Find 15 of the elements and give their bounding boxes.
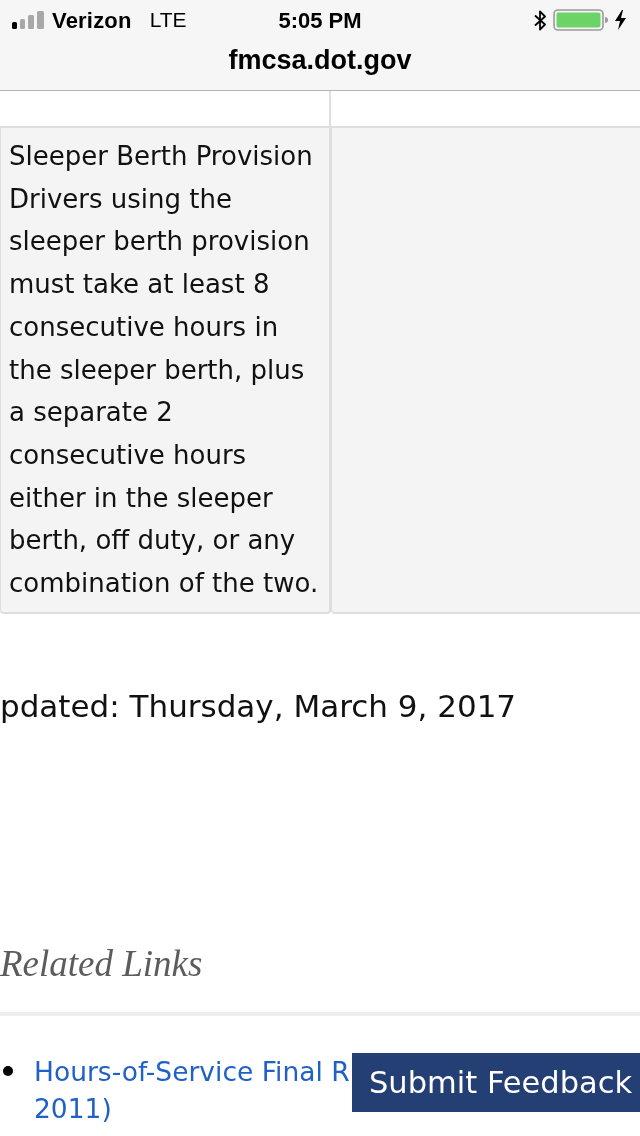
- last-updated-text: pdated: Thursday, March 9, 2017: [0, 687, 517, 724]
- related-links-heading: Related Links: [0, 941, 203, 986]
- network-type: LTE: [149, 7, 187, 34]
- battery-icon: [553, 9, 609, 31]
- signal-strength-icon: [12, 11, 44, 29]
- submit-feedback-button[interactable]: Submit Feedback: [352, 1053, 640, 1112]
- carrier-name: Verizon: [52, 6, 132, 35]
- cell-text: Drivers using the sleeper berth provision must take at least 8 consecutive hours in the sleeper berth, plus a separate 2 consecutive hours either in the sleeper berth, off duty, or any combination of the two.: [9, 182, 320, 601]
- cell-heading: Sleeper Berth Provision: [9, 140, 314, 173]
- bluetooth-icon: [534, 9, 547, 31]
- bullet-icon: [3, 1065, 13, 1076]
- charging-bolt-icon: [615, 10, 626, 30]
- status-time: 5:05 PM: [278, 6, 362, 35]
- related-link[interactable]: Hours-of-Service Final R 2011): [34, 1052, 350, 1127]
- address-bar-url[interactable]: fmcsa.dot.gov: [228, 39, 412, 81]
